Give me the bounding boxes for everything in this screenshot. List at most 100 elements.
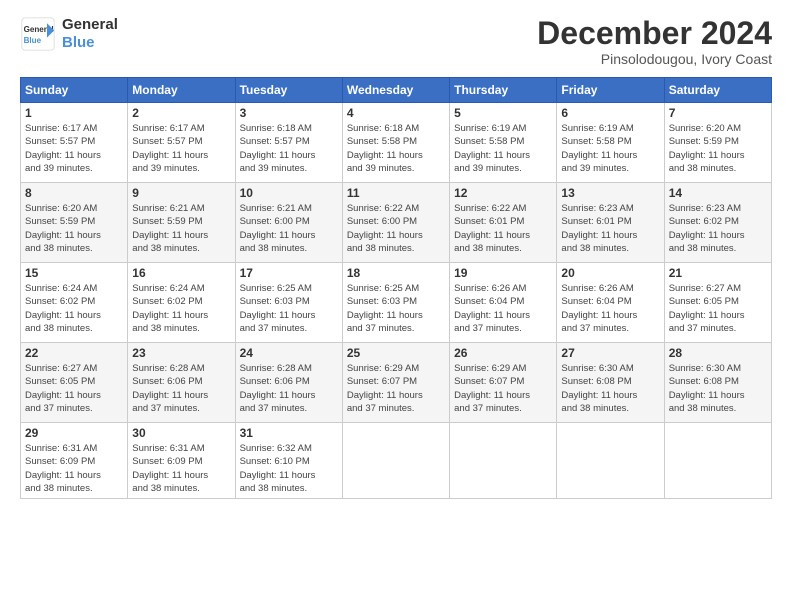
calendar-cell: 19 Sunrise: 6:26 AM Sunset: 6:04 PM Dayli… [450,263,557,343]
day-info: Sunrise: 6:19 AM Sunset: 5:58 PM Dayligh… [561,122,659,175]
day-number: 30 [132,426,230,440]
calendar-cell: 18 Sunrise: 6:25 AM Sunset: 6:03 PM Dayli… [342,263,449,343]
day-number: 1 [25,106,123,120]
day-number: 23 [132,346,230,360]
day-info: Sunrise: 6:29 AM Sunset: 6:07 PM Dayligh… [347,362,445,415]
logo: General Blue General Blue [20,16,118,52]
day-number: 29 [25,426,123,440]
day-number: 24 [240,346,338,360]
day-info: Sunrise: 6:28 AM Sunset: 6:06 PM Dayligh… [132,362,230,415]
day-number: 14 [669,186,767,200]
day-number: 13 [561,186,659,200]
day-number: 4 [347,106,445,120]
day-info: Sunrise: 6:24 AM Sunset: 6:02 PM Dayligh… [25,282,123,335]
calendar-cell: 11Sunrise: 6:22 AM Sunset: 6:00 PM Dayli… [342,183,449,263]
calendar-cell: 21 Sunrise: 6:27 AM Sunset: 6:05 PM Dayli… [664,263,771,343]
day-info: Sunrise: 6:20 AM Sunset: 5:59 PM Dayligh… [25,202,123,255]
day-info: Sunrise: 6:27 AM Sunset: 6:05 PM Dayligh… [669,282,767,335]
calendar-cell [557,423,664,499]
day-of-week-header: Saturday [664,78,771,103]
location: Pinsolodougou, Ivory Coast [537,51,772,67]
calendar-cell: 10Sunrise: 6:21 AM Sunset: 6:00 PM Dayli… [235,183,342,263]
day-of-week-header: Monday [128,78,235,103]
calendar-cell: 26 Sunrise: 6:29 AM Sunset: 6:07 PM Dayli… [450,343,557,423]
page: General Blue General Blue December 2024 … [0,0,792,612]
day-info: Sunrise: 6:29 AM Sunset: 6:07 PM Dayligh… [454,362,552,415]
day-info: Sunrise: 6:18 AM Sunset: 5:58 PM Dayligh… [347,122,445,175]
calendar-cell: 17 Sunrise: 6:25 AM Sunset: 6:03 PM Dayli… [235,263,342,343]
calendar-cell: 1 Sunrise: 6:17 AM Sunset: 5:57 PM Daylig… [21,103,128,183]
calendar-table: SundayMondayTuesdayWednesdayThursdayFrid… [20,77,772,499]
calendar-cell: 8Sunrise: 6:20 AM Sunset: 5:59 PM Daylig… [21,183,128,263]
calendar-cell: 23 Sunrise: 6:28 AM Sunset: 6:06 PM Dayli… [128,343,235,423]
day-info: Sunrise: 6:26 AM Sunset: 6:04 PM Dayligh… [454,282,552,335]
day-info: Sunrise: 6:24 AM Sunset: 6:02 PM Dayligh… [132,282,230,335]
logo-line2: Blue [62,34,118,52]
day-number: 28 [669,346,767,360]
day-info: Sunrise: 6:20 AM Sunset: 5:59 PM Dayligh… [669,122,767,175]
day-info: Sunrise: 6:30 AM Sunset: 6:08 PM Dayligh… [669,362,767,415]
day-number: 17 [240,266,338,280]
calendar-cell [664,423,771,499]
calendar-cell: 6 Sunrise: 6:19 AM Sunset: 5:58 PM Daylig… [557,103,664,183]
title-block: December 2024 Pinsolodougou, Ivory Coast [537,16,772,67]
day-number: 31 [240,426,338,440]
logo-icon: General Blue [20,16,56,52]
calendar-cell: 30Sunrise: 6:31 AM Sunset: 6:09 PM Dayli… [128,423,235,499]
day-number: 12 [454,186,552,200]
calendar-header-row: SundayMondayTuesdayWednesdayThursdayFrid… [21,78,772,103]
day-info: Sunrise: 6:17 AM Sunset: 5:57 PM Dayligh… [132,122,230,175]
calendar-cell: 22 Sunrise: 6:27 AM Sunset: 6:05 PM Dayli… [21,343,128,423]
svg-text:Blue: Blue [24,36,42,45]
calendar-cell: 24 Sunrise: 6:28 AM Sunset: 6:06 PM Dayli… [235,343,342,423]
calendar-body: 1 Sunrise: 6:17 AM Sunset: 5:57 PM Daylig… [21,103,772,499]
logo-text: General Blue [62,16,118,52]
day-number: 19 [454,266,552,280]
day-of-week-header: Sunday [21,78,128,103]
day-number: 26 [454,346,552,360]
header: General Blue General Blue December 2024 … [20,16,772,67]
calendar-cell: 25 Sunrise: 6:29 AM Sunset: 6:07 PM Dayli… [342,343,449,423]
calendar-cell: 15 Sunrise: 6:24 AM Sunset: 6:02 PM Dayli… [21,263,128,343]
day-info: Sunrise: 6:28 AM Sunset: 6:06 PM Dayligh… [240,362,338,415]
day-info: Sunrise: 6:17 AM Sunset: 5:57 PM Dayligh… [25,122,123,175]
calendar-cell: 27Sunrise: 6:30 AM Sunset: 6:08 PM Dayli… [557,343,664,423]
day-info: Sunrise: 6:27 AM Sunset: 6:05 PM Dayligh… [25,362,123,415]
day-info: Sunrise: 6:25 AM Sunset: 6:03 PM Dayligh… [240,282,338,335]
day-number: 22 [25,346,123,360]
day-number: 6 [561,106,659,120]
calendar-cell: 31 Sunrise: 6:32 AM Sunset: 6:10 PM Dayli… [235,423,342,499]
day-info: Sunrise: 6:25 AM Sunset: 6:03 PM Dayligh… [347,282,445,335]
day-number: 25 [347,346,445,360]
day-info: Sunrise: 6:22 AM Sunset: 6:00 PM Dayligh… [347,202,445,255]
calendar-cell: 29 Sunrise: 6:31 AM Sunset: 6:09 PM Dayli… [21,423,128,499]
day-number: 3 [240,106,338,120]
day-info: Sunrise: 6:21 AM Sunset: 6:00 PM Dayligh… [240,202,338,255]
day-number: 20 [561,266,659,280]
day-number: 16 [132,266,230,280]
day-number: 9 [132,186,230,200]
day-number: 27 [561,346,659,360]
day-info: Sunrise: 6:18 AM Sunset: 5:57 PM Dayligh… [240,122,338,175]
day-of-week-header: Friday [557,78,664,103]
day-number: 21 [669,266,767,280]
calendar-cell: 16 Sunrise: 6:24 AM Sunset: 6:02 PM Dayli… [128,263,235,343]
calendar-cell: 5 Sunrise: 6:19 AM Sunset: 5:58 PM Daylig… [450,103,557,183]
day-info: Sunrise: 6:32 AM Sunset: 6:10 PM Dayligh… [240,442,338,495]
day-info: Sunrise: 6:31 AM Sunset: 6:09 PM Dayligh… [25,442,123,495]
day-number: 15 [25,266,123,280]
day-number: 5 [454,106,552,120]
day-info: Sunrise: 6:21 AM Sunset: 5:59 PM Dayligh… [132,202,230,255]
day-of-week-header: Wednesday [342,78,449,103]
day-of-week-header: Tuesday [235,78,342,103]
day-number: 18 [347,266,445,280]
calendar-cell: 4 Sunrise: 6:18 AM Sunset: 5:58 PM Daylig… [342,103,449,183]
day-info: Sunrise: 6:19 AM Sunset: 5:58 PM Dayligh… [454,122,552,175]
day-of-week-header: Thursday [450,78,557,103]
calendar-cell [342,423,449,499]
day-info: Sunrise: 6:23 AM Sunset: 6:01 PM Dayligh… [561,202,659,255]
calendar-cell: 7Sunrise: 6:20 AM Sunset: 5:59 PM Daylig… [664,103,771,183]
calendar-cell: 13 Sunrise: 6:23 AM Sunset: 6:01 PM Dayli… [557,183,664,263]
day-info: Sunrise: 6:26 AM Sunset: 6:04 PM Dayligh… [561,282,659,335]
calendar-cell: 2Sunrise: 6:17 AM Sunset: 5:57 PM Daylig… [128,103,235,183]
